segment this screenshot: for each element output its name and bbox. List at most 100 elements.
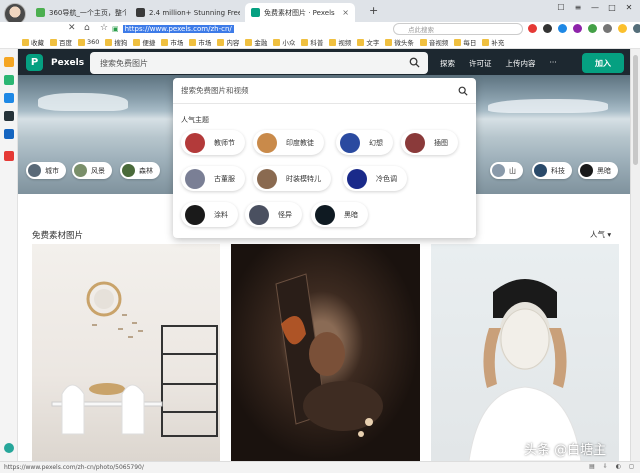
chip-dark[interactable]: 黑暗: [578, 162, 618, 179]
bookmark-item[interactable]: 便捷: [133, 37, 155, 47]
bookmark-item[interactable]: 视频: [329, 37, 351, 47]
extension-icon[interactable]: [618, 24, 627, 33]
topic-fantasy[interactable]: 幻想: [336, 130, 393, 155]
bookmark-item[interactable]: 360: [78, 38, 99, 46]
chip-landscape[interactable]: 风景: [72, 162, 112, 179]
extension-icon[interactable]: [528, 24, 537, 33]
bookmark-item[interactable]: 文字: [357, 37, 379, 47]
topic-thumbnail: [347, 168, 367, 189]
favorite-star-icon[interactable]: ☆: [100, 23, 108, 33]
menu-icon[interactable]: ≡: [573, 2, 583, 12]
folder-icon: [189, 38, 197, 46]
chip-thumbnail: [534, 164, 547, 177]
folder-icon: [301, 38, 309, 46]
pexels-logo-icon[interactable]: P: [26, 54, 43, 71]
dropdown-search-input[interactable]: 搜索免费图片和视频: [173, 78, 476, 104]
tab-pexels[interactable]: 免费素材图片 · Pexels ×: [245, 3, 355, 22]
bookmark-item[interactable]: 收藏: [22, 37, 44, 47]
chip-mountain[interactable]: 山: [490, 162, 523, 179]
sidebar-help-icon[interactable]: [4, 443, 14, 453]
page-scrollbar[interactable]: [630, 49, 640, 461]
extension-icon[interactable]: [558, 24, 567, 33]
topic-dark[interactable]: 黑暗: [311, 202, 368, 227]
photo-woman-mirror[interactable]: [231, 244, 420, 461]
chip-city[interactable]: 城市: [26, 162, 66, 179]
status-tool-icon[interactable]: ▤: [589, 463, 595, 470]
nav-explore[interactable]: 探索: [440, 58, 455, 69]
photo-interior-room[interactable]: [32, 244, 220, 461]
photo-mask-illustration: [468, 279, 582, 461]
bookmark-item[interactable]: 微头条: [385, 37, 414, 47]
topic-thumbnail: [340, 132, 360, 153]
folder-icon: [357, 38, 365, 46]
status-tool-icon[interactable]: ⇩: [603, 463, 608, 470]
extension-icon[interactable]: [543, 24, 552, 33]
chip-thumbnail: [122, 164, 135, 177]
search-icon[interactable]: [458, 86, 468, 96]
close-window-icon[interactable]: ✕: [624, 2, 634, 12]
bookmark-item[interactable]: 小众: [273, 37, 295, 47]
brand-name[interactable]: Pexels: [51, 58, 84, 68]
bookmark-item[interactable]: 市场: [161, 37, 183, 47]
nav-license[interactable]: 许可证: [469, 58, 492, 69]
bookmark-item[interactable]: 补充: [482, 37, 504, 47]
close-page-icon[interactable]: ✕: [68, 23, 76, 33]
sort-dropdown[interactable]: 人气 ▾: [590, 229, 611, 240]
topic-paint[interactable]: 涂料: [181, 202, 238, 227]
sidebar-app-icon[interactable]: [4, 151, 14, 161]
header-search-input[interactable]: 搜索免费图片: [90, 52, 428, 74]
url-text[interactable]: https://www.pexels.com/zh-cn/: [122, 25, 234, 33]
sidebar-app-icon[interactable]: [4, 111, 14, 121]
hero-ice-shape: [488, 99, 608, 113]
topic-teachers-day[interactable]: 教师节: [181, 130, 245, 155]
favorites-icon[interactable]: [4, 57, 14, 67]
extension-icon[interactable]: [603, 24, 612, 33]
folder-icon: [217, 38, 225, 46]
bookmark-item[interactable]: 科普: [301, 37, 323, 47]
bookmark-item[interactable]: 音视频: [419, 37, 448, 47]
maximize-icon[interactable]: □: [607, 2, 617, 12]
topic-vintage-clothing[interactable]: 古董服: [181, 166, 245, 191]
status-tool-icon[interactable]: ◐: [616, 463, 621, 470]
skin-icon[interactable]: ☐: [556, 2, 566, 12]
topic-fashion-model[interactable]: 时装模特儿: [253, 166, 331, 191]
browser-search-input[interactable]: 点此搜索: [393, 23, 523, 35]
minimize-icon[interactable]: —: [590, 2, 600, 12]
bookmark-item[interactable]: 市场: [189, 37, 211, 47]
extension-icon[interactable]: [633, 24, 640, 33]
join-button[interactable]: 加入: [582, 53, 624, 73]
nav-upload[interactable]: 上传内容: [506, 58, 536, 69]
bookmark-item[interactable]: 内容: [217, 37, 239, 47]
bookmark-item[interactable]: 金融: [245, 37, 267, 47]
tab-favicon-icon: [251, 8, 260, 17]
bookmark-item[interactable]: 搜狗: [105, 37, 127, 47]
bookmark-item[interactable]: 每日: [454, 37, 476, 47]
folder-icon: [482, 38, 490, 46]
sidebar-app-icon[interactable]: [4, 93, 14, 103]
scrollbar-thumb[interactable]: [633, 55, 638, 165]
photo-face-mask[interactable]: [431, 244, 619, 461]
status-tools: ▤ ⇩ ◐ ◻: [589, 463, 634, 470]
new-tab-button[interactable]: +: [369, 4, 378, 17]
status-tool-icon[interactable]: ◻: [629, 463, 634, 470]
search-icon[interactable]: [409, 57, 420, 68]
bookmark-item[interactable]: 百度: [50, 37, 72, 47]
topic-hindu[interactable]: 印度教徒: [253, 130, 324, 155]
extension-icon[interactable]: [573, 24, 582, 33]
tab-stunning[interactable]: 2.4 million+ Stunning Free ×: [130, 3, 240, 22]
url-field[interactable]: ▣ https://www.pexels.com/zh-cn/: [112, 23, 392, 35]
tab-360[interactable]: 360导航_一个主页，整个世界: [30, 3, 126, 22]
extension-icon[interactable]: [588, 24, 597, 33]
sidebar-app-icon[interactable]: [4, 75, 14, 85]
sidebar-app-icon[interactable]: [4, 129, 14, 139]
chip-tech[interactable]: 科技: [532, 162, 572, 179]
home-icon[interactable]: ⌂: [84, 23, 90, 33]
nav-more[interactable]: ···: [550, 58, 557, 69]
topic-illustration[interactable]: 插图: [401, 130, 458, 155]
browser-tab-bar: 360导航_一个主页，整个世界 2.4 million+ Stunning Fr…: [0, 0, 640, 25]
topic-weird[interactable]: 怪异: [245, 202, 302, 227]
topic-cool-tone[interactable]: 冷色调: [343, 166, 407, 191]
folder-icon: [161, 38, 169, 46]
chip-forest[interactable]: 森林: [120, 162, 160, 179]
close-tab-icon[interactable]: ×: [342, 8, 349, 17]
